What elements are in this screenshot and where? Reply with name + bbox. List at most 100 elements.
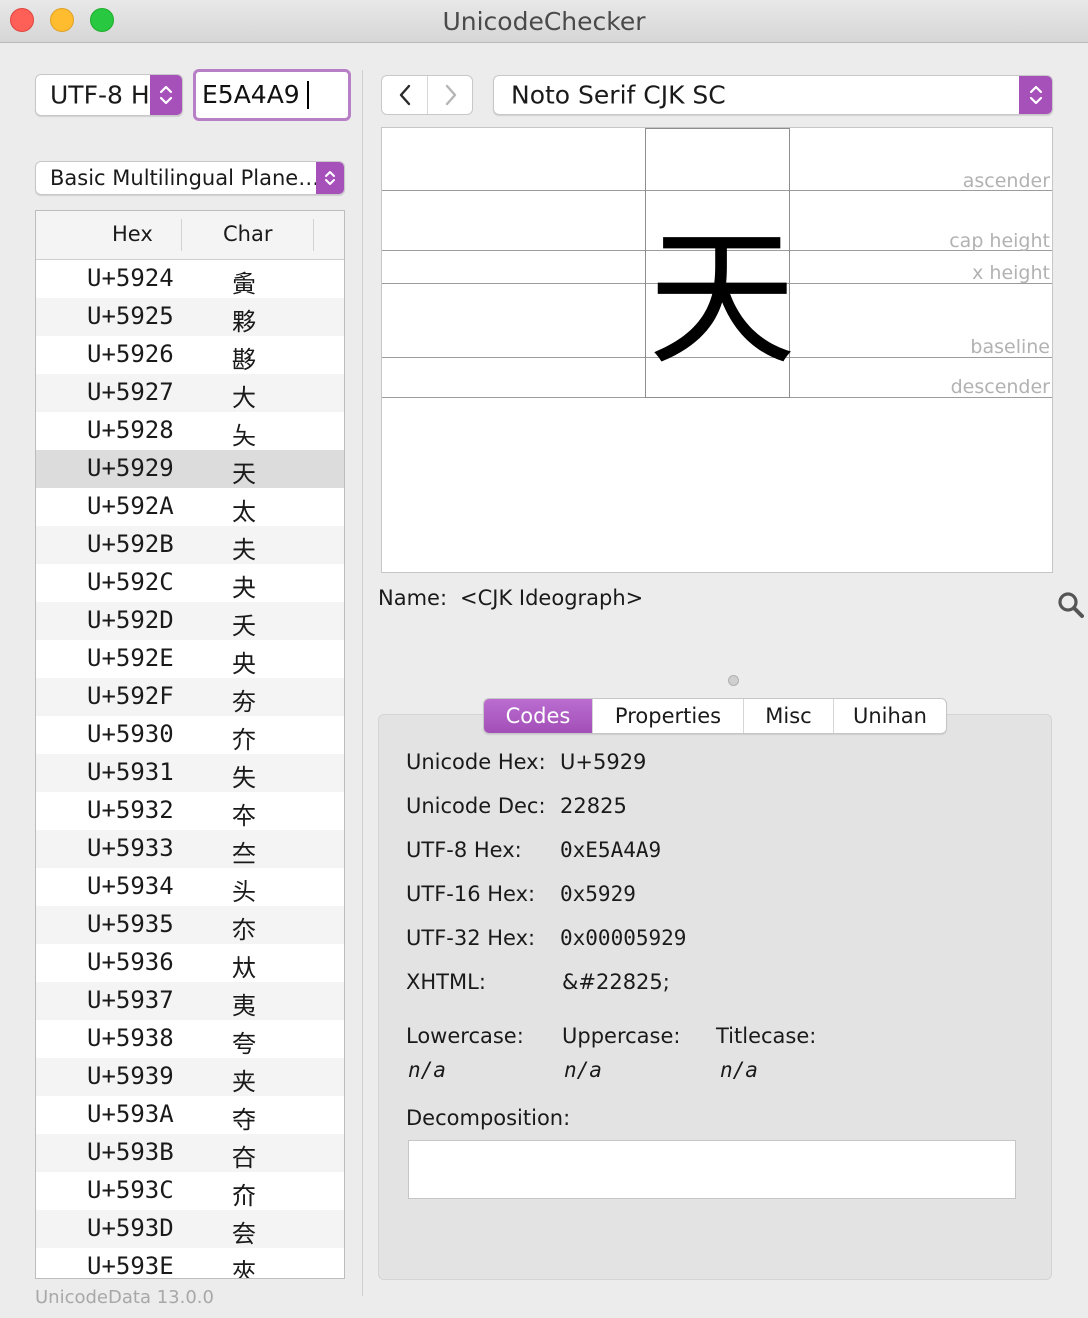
split-view-divider[interactable] (362, 70, 363, 1296)
uppercase-value: n/a (564, 1058, 602, 1082)
row-hex: U+5925 (87, 302, 174, 330)
row-hex: U+592E (87, 644, 174, 672)
title-bar: UnicodeChecker (0, 0, 1088, 43)
tab-codes[interactable]: Codes (484, 699, 593, 733)
row-char: 夳 (232, 840, 256, 868)
row-hex: U+593A (87, 1100, 174, 1128)
row-char: 太 (232, 498, 256, 526)
row-char: 夬 (232, 574, 256, 602)
lowercase-value: n/a (408, 1058, 446, 1082)
back-button[interactable] (382, 76, 428, 114)
row-char: 夥 (232, 308, 256, 336)
table-row[interactable]: U+5932 夲 (36, 792, 344, 830)
table-row[interactable]: U+5936 夶 (36, 944, 344, 982)
code-input-field[interactable] (193, 69, 351, 121)
row-char: 夷 (232, 992, 256, 1020)
column-divider (313, 219, 314, 251)
row-char: 夻 (232, 1144, 256, 1172)
table-row[interactable]: U+5935 夵 (36, 906, 344, 944)
table-row[interactable]: U+592A 太 (36, 488, 344, 526)
table-row[interactable]: U+5924 夤 (36, 260, 344, 298)
row-char: 夸 (232, 1030, 256, 1058)
forward-button[interactable] (428, 76, 473, 114)
unicode-data-version: UnicodeData 13.0.0 (35, 1287, 214, 1308)
table-row[interactable]: U+593D 夽 (36, 1210, 344, 1248)
row-char: 夼 (232, 1182, 256, 1210)
table-row[interactable]: U+592E 央 (36, 640, 344, 678)
row-char: 天 (232, 460, 256, 488)
chevron-updown-icon (316, 162, 344, 194)
chevron-updown-icon (150, 75, 182, 115)
row-hex: U+5935 (87, 910, 174, 938)
tab-misc[interactable]: Misc (744, 699, 834, 733)
row-char: 夵 (232, 916, 256, 944)
font-popup[interactable]: Noto Serif CJK SC (493, 75, 1053, 115)
table-row[interactable]: U+593A 夺 (36, 1096, 344, 1134)
table-row[interactable]: U+5934 头 (36, 868, 344, 906)
plane-popup[interactable]: Basic Multilingual Plane… (35, 161, 345, 195)
unicode-hex-label: Unicode Hex: (406, 750, 546, 774)
row-char: 夫 (232, 536, 256, 564)
row-hex: U+593C (87, 1176, 174, 1204)
encoding-popup[interactable]: UTF-8 H (35, 74, 183, 116)
table-row[interactable]: U+5928 夨 (36, 412, 344, 450)
utf32-hex-label: UTF-32 Hex: (406, 926, 536, 950)
row-char: 夾 (232, 1258, 256, 1279)
table-row[interactable]: U+5930 夰 (36, 716, 344, 754)
plane-popup-label: Basic Multilingual Plane… (50, 166, 320, 190)
row-char: 大 (232, 384, 256, 412)
row-char: 夽 (232, 1220, 256, 1248)
table-row[interactable]: U+5937 夷 (36, 982, 344, 1020)
row-hex: U+592F (87, 682, 174, 710)
table-row[interactable]: U+5929 天 (36, 450, 344, 488)
xhtml-value: &#22825; (562, 970, 670, 994)
magnifier-icon[interactable] (1056, 590, 1086, 620)
row-char: 夯 (232, 688, 256, 716)
table-row[interactable]: U+5926 夦 (36, 336, 344, 374)
titlecase-label: Titlecase: (716, 1024, 817, 1048)
row-hex: U+5926 (87, 340, 174, 368)
column-header-hex[interactable]: Hex (112, 222, 153, 246)
decomposition-field[interactable] (408, 1140, 1016, 1199)
ascender-label: ascender (962, 170, 1050, 192)
table-row[interactable]: U+592B 夫 (36, 526, 344, 564)
glyph-view: ascender cap height x height baseline de… (381, 127, 1053, 573)
table-row[interactable]: U+5933 夳 (36, 830, 344, 868)
table-row[interactable]: U+5925 夥 (36, 298, 344, 336)
table-row[interactable]: U+592F 夯 (36, 678, 344, 716)
row-hex: U+5924 (87, 264, 174, 292)
encoding-popup-label: UTF-8 H (50, 80, 150, 110)
lowercase-label: Lowercase: (406, 1024, 524, 1048)
table-row[interactable]: U+592D 夭 (36, 602, 344, 640)
row-char: 夹 (232, 1068, 256, 1096)
tab-unihan[interactable]: Unihan (834, 699, 946, 733)
row-char: 夲 (232, 802, 256, 830)
tab-properties[interactable]: Properties (593, 699, 744, 733)
unicode-dec-label: Unicode Dec: (406, 794, 546, 818)
table-row[interactable]: U+593E 夾 (36, 1248, 344, 1279)
table-row[interactable]: U+5939 夹 (36, 1058, 344, 1096)
code-input[interactable] (202, 76, 338, 112)
row-char: 夶 (232, 954, 256, 982)
table-row[interactable]: U+593C 夼 (36, 1172, 344, 1210)
row-char: 夭 (232, 612, 256, 640)
chevron-left-icon (399, 84, 410, 106)
table-row[interactable]: U+5931 失 (36, 754, 344, 792)
table-row[interactable]: U+5927 大 (36, 374, 344, 412)
table-row[interactable]: U+592C 夬 (36, 564, 344, 602)
character-table[interactable]: Hex Char U+5924 夤 U+5925 夥 U+5926 夦 U+5927 大 U+5… (35, 210, 345, 1279)
text-caret (307, 81, 309, 109)
table-row[interactable]: U+5938 夸 (36, 1020, 344, 1058)
split-handle[interactable] (728, 675, 739, 686)
table-row[interactable]: U+593B 夻 (36, 1134, 344, 1172)
row-hex: U+5939 (87, 1062, 174, 1090)
decomposition-label: Decomposition: (406, 1106, 571, 1130)
row-hex: U+5937 (87, 986, 174, 1014)
column-header-char[interactable]: Char (223, 222, 272, 246)
glyph-preview: 天 (648, 213, 796, 385)
uppercase-label: Uppercase: (562, 1024, 681, 1048)
info-tabs: Codes Properties Misc Unihan (483, 698, 947, 734)
row-char: 夰 (232, 726, 256, 754)
row-char: 夺 (232, 1106, 256, 1134)
descender-label: descender (950, 376, 1050, 398)
